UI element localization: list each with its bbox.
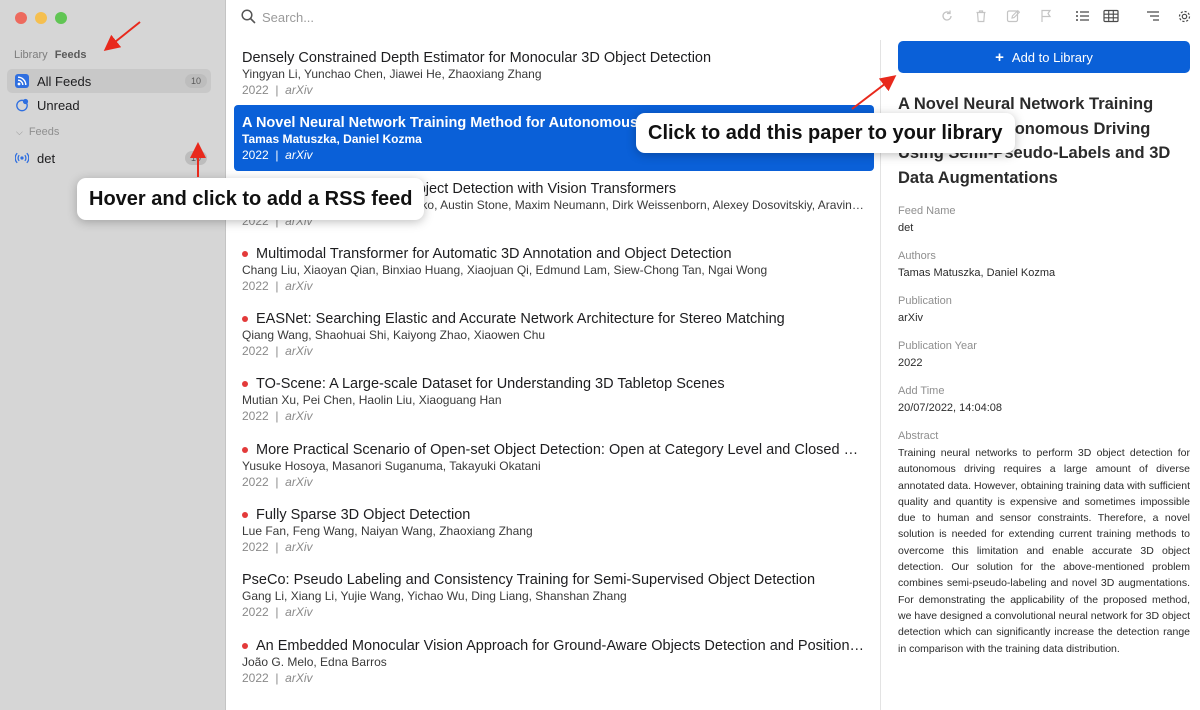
paper-meta: 2022 | arXiv <box>242 670 313 685</box>
paper-title: PseCo: Pseudo Labeling and Consistency T… <box>242 572 816 589</box>
field-label: Abstract <box>898 430 939 442</box>
field-authors: Authors Tamas Matuszka, Daniel Kozma <box>898 249 1190 280</box>
callout-add-library: Click to add this paper to your library <box>636 113 1015 153</box>
paper-row[interactable]: An Embedded Monocular Vision Approach fo… <box>234 628 874 693</box>
paper-authors: João G. Melo, Edna Barros <box>242 654 387 669</box>
paper-authors: Yusuke Hosoya, Masanori Suganuma, Takayu… <box>242 458 541 473</box>
paper-authors: Gang Li, Xiang Li, Yujie Wang, Yichao Wu… <box>242 589 627 604</box>
callout-add-rss: Hover and click to add a RSS feed <box>77 178 425 220</box>
unread-dot-icon <box>15 98 29 112</box>
minimize-window-button[interactable] <box>35 12 47 24</box>
sidebar-item-all-feeds[interactable]: All Feeds 10 <box>7 69 211 93</box>
plus-icon: + <box>995 48 1004 66</box>
field-label: Feed Name <box>898 205 956 217</box>
paper-meta: 2022 | arXiv <box>242 278 313 293</box>
tab-feeds[interactable]: Feeds <box>55 49 87 61</box>
paper-title: An Embedded Monocular Vision Approach fo… <box>242 637 866 655</box>
paper-meta: 2022 | arXiv <box>242 409 313 424</box>
paper-title: EASNet: Searching Elastic and Accurate N… <box>242 310 866 328</box>
paper-title: Fully Sparse 3D Object Detection <box>242 506 866 524</box>
abstract-text: Training neural networks to perform 3D o… <box>898 447 1190 655</box>
field-value: arXiv <box>898 312 924 324</box>
search-icon <box>241 9 256 29</box>
field-label: Add Time <box>898 385 945 397</box>
paper-authors: Lue Fan, Feng Wang, Naiyan Wang, Zhaoxia… <box>242 524 533 539</box>
paper-title: TO-Scene: A Large-scale Dataset for Unde… <box>242 375 866 393</box>
tab-library[interactable]: Library <box>14 49 48 61</box>
paper-meta: 2022 | arXiv <box>242 474 313 489</box>
section-label: Feeds <box>28 126 60 138</box>
paper-authors: Mutian Xu, Pei Chen, Haolin Liu, Xiaogua… <box>242 393 502 408</box>
paper-row[interactable]: Fully Sparse 3D Object Detection Lue Fan… <box>234 497 874 562</box>
settings-icon[interactable] <box>1175 8 1193 24</box>
chevron-down-icon: ⌵ <box>16 126 23 137</box>
field-feed-name: Feed Name det <box>898 204 1190 235</box>
paper-meta: 2022 | arXiv <box>242 344 313 359</box>
edit-icon[interactable] <box>1004 8 1022 24</box>
search-input[interactable] <box>262 8 562 26</box>
unread-indicator-icon <box>242 446 248 453</box>
unread-indicator-icon <box>242 642 248 649</box>
field-value: Tamas Matuszka, Daniel Kozma <box>898 267 1056 279</box>
paper-authors: Chang Liu, Xiaoyan Qian, Binxiao Huang, … <box>242 262 768 277</box>
paper-authors: Qiang Wang, Shaohuai Shi, Kaiyong Zhao, … <box>242 328 546 343</box>
sidebar-item-label: Unread <box>37 97 80 113</box>
paper-authors: Yingyan Li, Yunchao Chen, Jiawei He, Zha… <box>242 67 542 81</box>
sidebar: Library Feeds All Feeds 10 Unread ⌵ Feed… <box>0 0 226 710</box>
field-label: Authors <box>898 250 936 262</box>
sidebar-item-label: All Feeds <box>37 73 92 89</box>
paper-meta: 2022 | arXiv <box>242 605 313 620</box>
paper-title: Multimodal Transformer for Automatic 3D … <box>242 245 866 263</box>
field-value: 20/07/2022, 14:04:08 <box>898 402 1002 414</box>
feeds-section-header[interactable]: ⌵ Feeds <box>16 126 59 138</box>
unread-indicator-icon <box>242 512 248 519</box>
paper-title: Densely Constrained Depth Estimator for … <box>242 50 712 66</box>
field-publication: Publication arXiv <box>898 294 1190 325</box>
table-view-icon[interactable] <box>1102 8 1120 24</box>
sidebar-item-label: det <box>37 150 56 166</box>
paper-meta: 2022 | arXiv <box>242 83 313 97</box>
unread-indicator-icon <box>242 250 248 257</box>
toolbar <box>227 0 1200 34</box>
flag-icon[interactable] <box>1037 8 1055 24</box>
paper-row[interactable]: EASNet: Searching Elastic and Accurate N… <box>234 301 874 366</box>
field-label: Publication <box>898 295 952 307</box>
trash-icon[interactable] <box>972 8 990 24</box>
paper-row[interactable]: PseCo: Pseudo Labeling and Consistency T… <box>234 562 874 627</box>
sort-icon[interactable] <box>1144 8 1162 24</box>
unread-indicator-icon <box>242 316 248 323</box>
paper-row[interactable]: Densely Constrained Depth Estimator for … <box>234 40 874 105</box>
field-value: 2022 <box>898 357 923 369</box>
paper-row[interactable]: TO-Scene: A Large-scale Dataset for Unde… <box>234 366 874 431</box>
field-label: Publication Year <box>898 340 977 352</box>
rss-icon <box>15 74 29 88</box>
paper-row[interactable]: Multimodal Transformer for Automatic 3D … <box>234 236 874 301</box>
sidebar-tabs: Library Feeds <box>14 49 90 61</box>
sidebar-item-unread[interactable]: Unread <box>7 93 211 117</box>
refresh-icon[interactable] <box>938 8 956 24</box>
paper-row[interactable]: More Practical Scenario of Open-set Obje… <box>234 432 874 497</box>
paper-title: More Practical Scenario of Open-set Obje… <box>242 441 866 459</box>
count-badge: 10 <box>185 74 207 88</box>
paper-meta: 2022 | arXiv <box>242 540 313 555</box>
field-value: det <box>898 222 914 234</box>
unread-indicator-icon <box>242 381 248 388</box>
list-view-icon[interactable] <box>1073 8 1091 24</box>
window-controls <box>15 12 67 24</box>
count-badge: 10 <box>185 151 207 165</box>
field-add-time: Add Time 20/07/2022, 14:04:08 <box>898 384 1190 415</box>
add-to-library-button[interactable]: + Add to Library <box>898 41 1190 73</box>
zoom-window-button[interactable] <box>55 12 67 24</box>
field-publication-year: Publication Year 2022 <box>898 339 1190 370</box>
sidebar-item-feed-det[interactable]: det 10 <box>7 146 211 170</box>
field-abstract: Abstract Training neural networks to per… <box>898 429 1190 657</box>
broadcast-icon <box>15 151 29 165</box>
close-window-button[interactable] <box>15 12 27 24</box>
add-to-library-label: Add to Library <box>1011 49 1093 65</box>
